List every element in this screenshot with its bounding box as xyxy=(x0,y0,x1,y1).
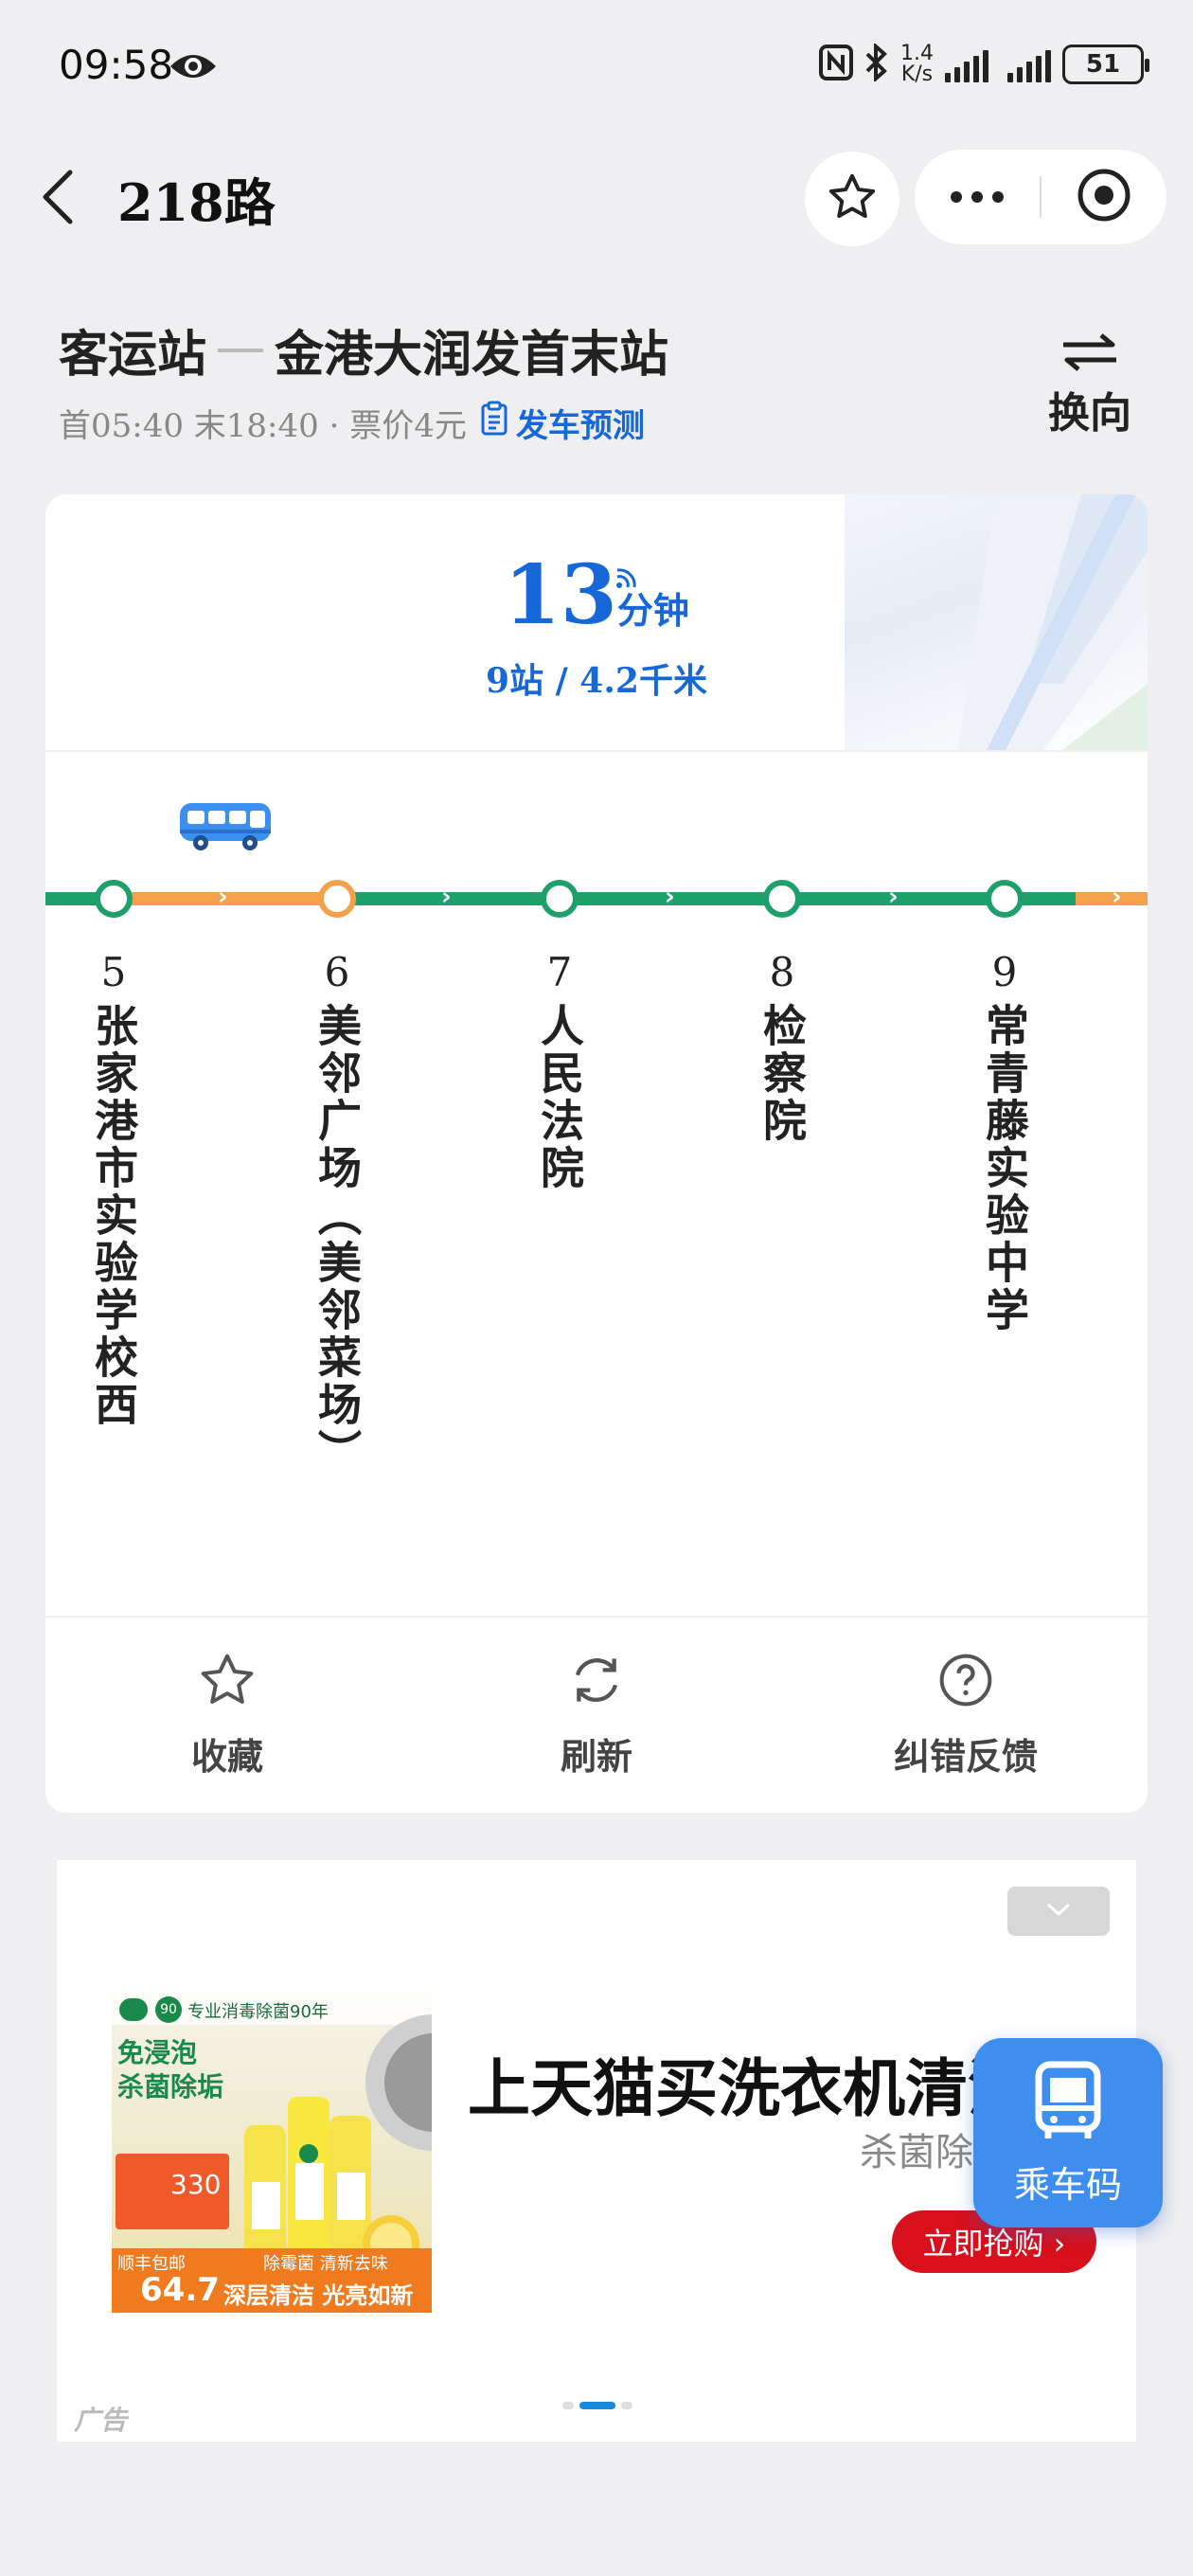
direction-chevron: › xyxy=(888,883,899,911)
stop-item[interactable]: 9 常青藤实验中学 xyxy=(967,949,1042,1334)
route-line: › › › › › xyxy=(45,880,1148,918)
switch-direction-button[interactable]: 换向 xyxy=(1047,331,1132,439)
ad-img-tag: 除霉菌 清新去味 xyxy=(263,2254,388,2274)
stop-number: 5 xyxy=(100,949,127,995)
switch-direction-label: 换向 xyxy=(1048,389,1131,438)
stop-node xyxy=(95,880,133,918)
bluetooth-icon xyxy=(864,42,889,85)
bus-line-card: 13 分钟 9站 / 4.2千米 › › › › › 5 张家港市实验学校西 6 … xyxy=(45,494,1148,1813)
route-to: 金港大润发首末站 xyxy=(275,326,669,384)
eta-minutes: 13 xyxy=(504,547,617,643)
eye-icon xyxy=(169,49,218,87)
feedback-label: 纠错反馈 xyxy=(893,1735,1038,1778)
direction-chevron: › xyxy=(218,883,228,911)
nfc-icon xyxy=(819,45,853,84)
stop-item[interactable]: 7 人民法院 xyxy=(522,949,597,1192)
ad-label: 广告 xyxy=(74,2405,128,2436)
departure-prediction-link[interactable]: 发车预测 xyxy=(480,400,645,446)
dettol-logo-icon xyxy=(119,1998,148,2021)
eta-distance: 9站 / 4.2千米 xyxy=(486,661,707,701)
star-icon xyxy=(826,170,879,227)
stop-node xyxy=(986,880,1024,918)
stop-number: 8 xyxy=(769,949,795,995)
help-icon xyxy=(935,1654,996,1714)
stop-name: 张家港市实验学校西 xyxy=(88,1003,139,1429)
ride-code-label: 乘车码 xyxy=(1013,2163,1122,2206)
more-button[interactable] xyxy=(915,150,1040,244)
bus-qr-icon xyxy=(1025,2059,1111,2148)
eta-display: 13 分钟 xyxy=(45,547,1148,643)
stop-name: 人民法院 xyxy=(534,1003,585,1192)
stop-item[interactable]: 5 张家港市实验学校西 xyxy=(76,949,151,1429)
favorite-button[interactable]: 收藏 xyxy=(85,1650,369,1780)
refresh-label: 刷新 xyxy=(560,1735,632,1778)
stop-name: 常青藤实验中学 xyxy=(979,1003,1030,1334)
close-miniapp-button[interactable] xyxy=(1042,150,1166,244)
bus-icon xyxy=(178,799,273,856)
miniapp-capsule xyxy=(915,150,1166,244)
stop-name: 美邻广场（美邻菜场） xyxy=(312,1003,363,1476)
ad-collapse-button[interactable] xyxy=(1007,1887,1110,1936)
ad-img-headline: 免浸泡 杀菌除垢 xyxy=(117,2037,224,2102)
badge-90-icon: 90 xyxy=(155,1996,182,2023)
star-icon xyxy=(197,1654,258,1714)
page-title: 218路 xyxy=(117,172,276,233)
live-signal-icon xyxy=(614,564,640,593)
departure-prediction-label: 发车预测 xyxy=(515,407,645,445)
status-time: 09:58 xyxy=(59,42,174,88)
ad-img-brand-line: 专业消毒除菌90年 xyxy=(187,2002,329,2022)
divider xyxy=(45,750,1148,752)
clipboard-icon xyxy=(480,401,508,445)
direction-chevron: › xyxy=(1112,883,1122,911)
stop-item[interactable]: 8 检察院 xyxy=(744,949,820,1145)
ad-img-price-small: 330 xyxy=(170,2169,222,2200)
stop-item[interactable]: 6 美邻广场（美邻菜场） xyxy=(299,949,375,1476)
chevron-down-icon xyxy=(1044,1901,1073,1922)
route-arrow xyxy=(218,348,264,352)
stop-number: 6 xyxy=(324,949,350,995)
route-schedule-fare: 首05:40 末18:40 · 票价4元 xyxy=(59,407,467,445)
swap-icon xyxy=(1059,333,1120,377)
route-endpoints: 客运站 金港大润发首末站 xyxy=(59,314,668,385)
refresh-icon xyxy=(566,1658,627,1714)
status-icons: 1.4 K/s 51 xyxy=(819,42,1149,86)
stop-node xyxy=(763,880,801,918)
network-speed: 1.4 K/s xyxy=(900,42,934,86)
refresh-button[interactable]: 刷新 xyxy=(454,1650,739,1780)
ad-pager xyxy=(562,2402,632,2409)
stop-node xyxy=(318,880,356,918)
feedback-button[interactable]: 纠错反馈 xyxy=(824,1650,1108,1780)
signal-icon-1 xyxy=(945,46,988,82)
more-icon xyxy=(951,191,1004,203)
divider xyxy=(45,1616,1148,1618)
pager-dot xyxy=(621,2402,632,2409)
pager-dot-active xyxy=(579,2402,615,2409)
ad-img-price: 64.7 xyxy=(140,2271,220,2309)
route-info: 首05:40 末18:40 · 票价4元 发车预测 xyxy=(59,400,645,446)
back-icon[interactable] xyxy=(38,167,80,227)
favorite-label: 收藏 xyxy=(190,1735,263,1778)
stop-name: 检察院 xyxy=(757,1003,808,1145)
route-from: 客运站 xyxy=(59,326,207,384)
battery-indicator: 51 xyxy=(1062,45,1149,84)
target-icon xyxy=(1076,167,1132,227)
eta-unit: 分钟 xyxy=(616,589,689,632)
ad-product-image[interactable]: 90 专业消毒除菌90年 免浸泡 杀菌除垢 330 顺丰包邮 64.7 除霉菌 清… xyxy=(112,1993,432,2313)
direction-chevron: › xyxy=(441,883,452,911)
stop-number: 7 xyxy=(546,949,573,995)
stop-node xyxy=(541,880,579,918)
ad-img-slogan: 深层清洁 光亮如新 xyxy=(223,2282,414,2309)
favorite-button-top[interactable] xyxy=(805,152,899,246)
direction-chevron: › xyxy=(665,883,675,911)
pager-dot xyxy=(562,2402,574,2409)
stop-number: 9 xyxy=(991,949,1018,995)
status-bar: 09:58 1.4 K/s 51 xyxy=(0,0,1193,133)
ride-code-button[interactable]: 乘车码 xyxy=(973,2038,1163,2227)
washer-drum-icon xyxy=(365,2014,432,2151)
signal-icon-2 xyxy=(1007,46,1051,82)
